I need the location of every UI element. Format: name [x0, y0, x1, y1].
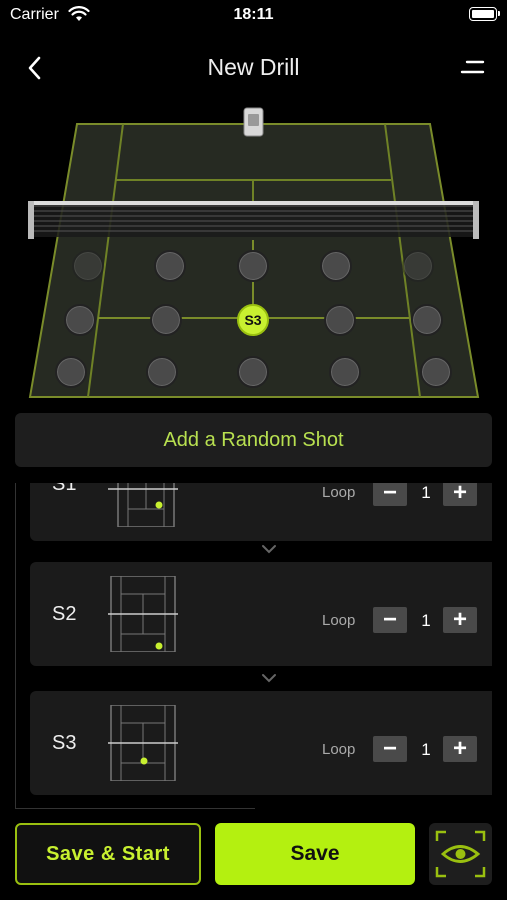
ball-machine-icon	[243, 107, 264, 137]
decrement-button[interactable]: −	[373, 483, 407, 506]
loop-label: Loop	[322, 484, 356, 501]
target-spot[interactable]	[150, 304, 182, 336]
decrement-button[interactable]: −	[373, 607, 407, 633]
shot-card-s1[interactable]: S1 Loop − 1 +	[30, 483, 492, 541]
mini-court-icon	[108, 705, 178, 781]
mini-court-icon	[108, 483, 178, 527]
add-random-shot-label: Add a Random Shot	[163, 428, 344, 451]
chevron-down-icon	[262, 545, 276, 554]
menu-icon[interactable]	[459, 54, 489, 80]
loop-count: 1	[421, 740, 431, 759]
target-spot[interactable]	[402, 250, 434, 282]
target-spot[interactable]	[154, 250, 186, 282]
decrement-button[interactable]: −	[373, 736, 407, 762]
increment-button[interactable]: +	[443, 736, 477, 762]
target-spot[interactable]	[420, 356, 452, 388]
loop-label: Loop	[322, 741, 356, 758]
shot-list[interactable]: S1 Loop − 1 + S2 Loop − 1 + S3 Loop − 1 …	[15, 483, 492, 809]
target-spot[interactable]	[237, 250, 269, 282]
mini-court-icon	[108, 576, 178, 652]
target-spot[interactable]	[320, 250, 352, 282]
status-bar: Carrier 18:11	[0, 0, 507, 32]
court-view: S3	[0, 100, 507, 410]
target-spot[interactable]	[329, 356, 361, 388]
add-random-shot-button[interactable]: Add a Random Shot	[15, 413, 492, 467]
shot-card-s3[interactable]: S3 Loop − 1 +	[30, 691, 492, 795]
page-title: New Drill	[207, 54, 300, 80]
target-spot[interactable]	[55, 356, 87, 388]
target-spot[interactable]	[411, 304, 443, 336]
target-spot[interactable]	[72, 250, 104, 282]
shot-name: S2	[52, 603, 77, 625]
target-spot[interactable]	[64, 304, 96, 336]
save-and-start-button[interactable]: Save & Start	[15, 823, 201, 885]
target-spot[interactable]	[146, 356, 178, 388]
target-s3[interactable]: S3	[237, 304, 269, 336]
save-label: Save	[290, 842, 340, 865]
nav-bar: New Drill	[0, 44, 507, 90]
target-spot[interactable]	[324, 304, 356, 336]
save-and-start-label: Save & Start	[46, 842, 170, 865]
target-label: S3	[244, 312, 262, 328]
save-button[interactable]: Save	[215, 823, 415, 885]
shot-name: S1	[52, 483, 77, 495]
target-spot[interactable]	[237, 356, 269, 388]
battery-icon	[469, 7, 500, 21]
shot-name: S3	[52, 732, 77, 754]
shot-card-s2[interactable]: S2 Loop − 1 +	[30, 562, 492, 666]
chevron-down-icon	[262, 674, 276, 683]
loop-label: Loop	[322, 612, 356, 629]
preview-button[interactable]	[429, 823, 492, 885]
increment-button[interactable]: +	[443, 607, 477, 633]
loop-count: 1	[421, 483, 431, 502]
increment-button[interactable]: +	[443, 483, 477, 506]
loop-count: 1	[421, 611, 431, 630]
eye-icon	[435, 830, 486, 878]
clock: 18:11	[233, 6, 274, 23]
